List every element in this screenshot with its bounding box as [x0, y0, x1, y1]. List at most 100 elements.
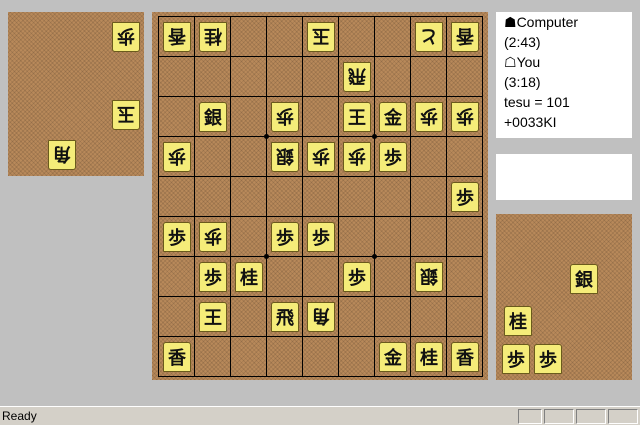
board-piece[interactable]: 歩: [199, 262, 227, 292]
board-piece[interactable]: 桂: [235, 262, 263, 292]
board-piece[interactable]: 歩: [163, 222, 191, 252]
board-square[interactable]: [302, 256, 339, 297]
board-piece[interactable]: 香: [163, 342, 191, 372]
board-square[interactable]: [194, 336, 231, 377]
board-square[interactable]: [230, 216, 267, 257]
board-piece[interactable]: 歩: [451, 102, 479, 132]
board-piece[interactable]: 角: [307, 302, 335, 332]
board-piece[interactable]: 歩: [271, 102, 299, 132]
board-square[interactable]: [446, 296, 483, 337]
board-star-point: [264, 134, 269, 139]
board-piece[interactable]: 歩: [379, 142, 407, 172]
board-piece[interactable]: 玉: [307, 22, 335, 52]
board-square[interactable]: [302, 336, 339, 377]
message-box: [496, 154, 632, 200]
board-square[interactable]: [410, 176, 447, 217]
board-piece[interactable]: 銀: [415, 262, 443, 292]
player-hand-piece[interactable]: 銀: [570, 264, 598, 294]
sente-marker-icon: ☖: [504, 54, 517, 70]
you-label: You: [516, 54, 541, 70]
board-piece[interactable]: 香: [451, 342, 479, 372]
board-square[interactable]: [374, 16, 411, 57]
player-hand-piece[interactable]: 歩: [502, 344, 530, 374]
board-square[interactable]: [374, 56, 411, 97]
board-square[interactable]: [374, 216, 411, 257]
board-piece[interactable]: 金: [379, 342, 407, 372]
computer-hand-piece[interactable]: 角: [48, 140, 76, 170]
board-square[interactable]: [338, 16, 375, 57]
board-square[interactable]: [266, 176, 303, 217]
gote-marker-icon: ☗: [504, 14, 517, 30]
board-piece[interactable]: 銀: [271, 142, 299, 172]
board-square[interactable]: [302, 96, 339, 137]
board-square[interactable]: [302, 176, 339, 217]
board-square[interactable]: [230, 296, 267, 337]
board-piece[interactable]: 歩: [271, 222, 299, 252]
board-piece[interactable]: 歩: [199, 222, 227, 252]
player-hand-piece[interactable]: 桂: [504, 306, 532, 336]
board-square[interactable]: [158, 96, 195, 137]
board-square[interactable]: [230, 336, 267, 377]
board-square[interactable]: [230, 56, 267, 97]
board-piece[interactable]: 飛: [343, 62, 371, 92]
board-square[interactable]: [158, 56, 195, 97]
board-square[interactable]: [194, 176, 231, 217]
board-square[interactable]: [158, 256, 195, 297]
board-piece[interactable]: 歩: [415, 102, 443, 132]
board-square[interactable]: [446, 136, 483, 177]
board-square[interactable]: [446, 216, 483, 257]
computer-hand-piece[interactable]: 歩: [112, 22, 140, 52]
board-square[interactable]: [230, 176, 267, 217]
board-square[interactable]: [338, 336, 375, 377]
computer-hand-piece[interactable]: 玉: [112, 100, 140, 130]
board-piece[interactable]: 銀: [199, 102, 227, 132]
move-count: tesu = 101: [504, 94, 570, 110]
board-square[interactable]: [374, 256, 411, 297]
board-square[interactable]: [302, 56, 339, 97]
board-piece[interactable]: 王: [199, 302, 227, 332]
board-piece[interactable]: 桂: [199, 22, 227, 52]
board-square[interactable]: [374, 176, 411, 217]
board-piece[interactable]: 桂: [415, 342, 443, 372]
board-piece[interactable]: 香: [451, 22, 479, 52]
board-piece[interactable]: 歩: [307, 222, 335, 252]
board-piece[interactable]: 王: [343, 102, 371, 132]
board-star-point: [372, 254, 377, 259]
board-square[interactable]: [446, 256, 483, 297]
player-piece-stand[interactable]: 銀桂歩歩: [496, 214, 632, 380]
board-piece[interactable]: 歩: [343, 142, 371, 172]
board-square[interactable]: [158, 296, 195, 337]
you-row: ☖You: [504, 54, 540, 71]
board-piece[interactable]: 金: [379, 102, 407, 132]
board-square[interactable]: [266, 256, 303, 297]
board-square[interactable]: [446, 56, 483, 97]
board-square[interactable]: [338, 176, 375, 217]
board-square[interactable]: [266, 56, 303, 97]
board-piece[interactable]: 歩: [307, 142, 335, 172]
board-square[interactable]: [230, 96, 267, 137]
board-square[interactable]: [410, 296, 447, 337]
player-hand-piece[interactable]: 歩: [534, 344, 562, 374]
board-square[interactable]: [374, 296, 411, 337]
board-square[interactable]: [194, 56, 231, 97]
board-piece[interactable]: 歩: [163, 142, 191, 172]
shogi-board[interactable]: 香桂玉と香飛銀歩王金歩歩歩銀歩歩歩歩歩歩歩歩歩桂歩銀王飛角香金桂香: [158, 16, 483, 377]
board-star-point: [264, 254, 269, 259]
board-square[interactable]: [230, 16, 267, 57]
board-piece[interactable]: 飛: [271, 302, 299, 332]
board-piece[interactable]: 歩: [451, 182, 479, 212]
board-square[interactable]: [338, 216, 375, 257]
board-square[interactable]: [338, 296, 375, 337]
status-text: Ready: [2, 409, 37, 423]
board-square[interactable]: [410, 56, 447, 97]
board-square[interactable]: [194, 136, 231, 177]
board-piece[interactable]: と: [415, 22, 443, 52]
board-piece[interactable]: 歩: [343, 262, 371, 292]
board-square[interactable]: [410, 136, 447, 177]
board-square[interactable]: [410, 216, 447, 257]
board-piece[interactable]: 香: [163, 22, 191, 52]
board-square[interactable]: [266, 336, 303, 377]
board-square[interactable]: [158, 176, 195, 217]
board-square[interactable]: [266, 16, 303, 57]
board-square[interactable]: [230, 136, 267, 177]
